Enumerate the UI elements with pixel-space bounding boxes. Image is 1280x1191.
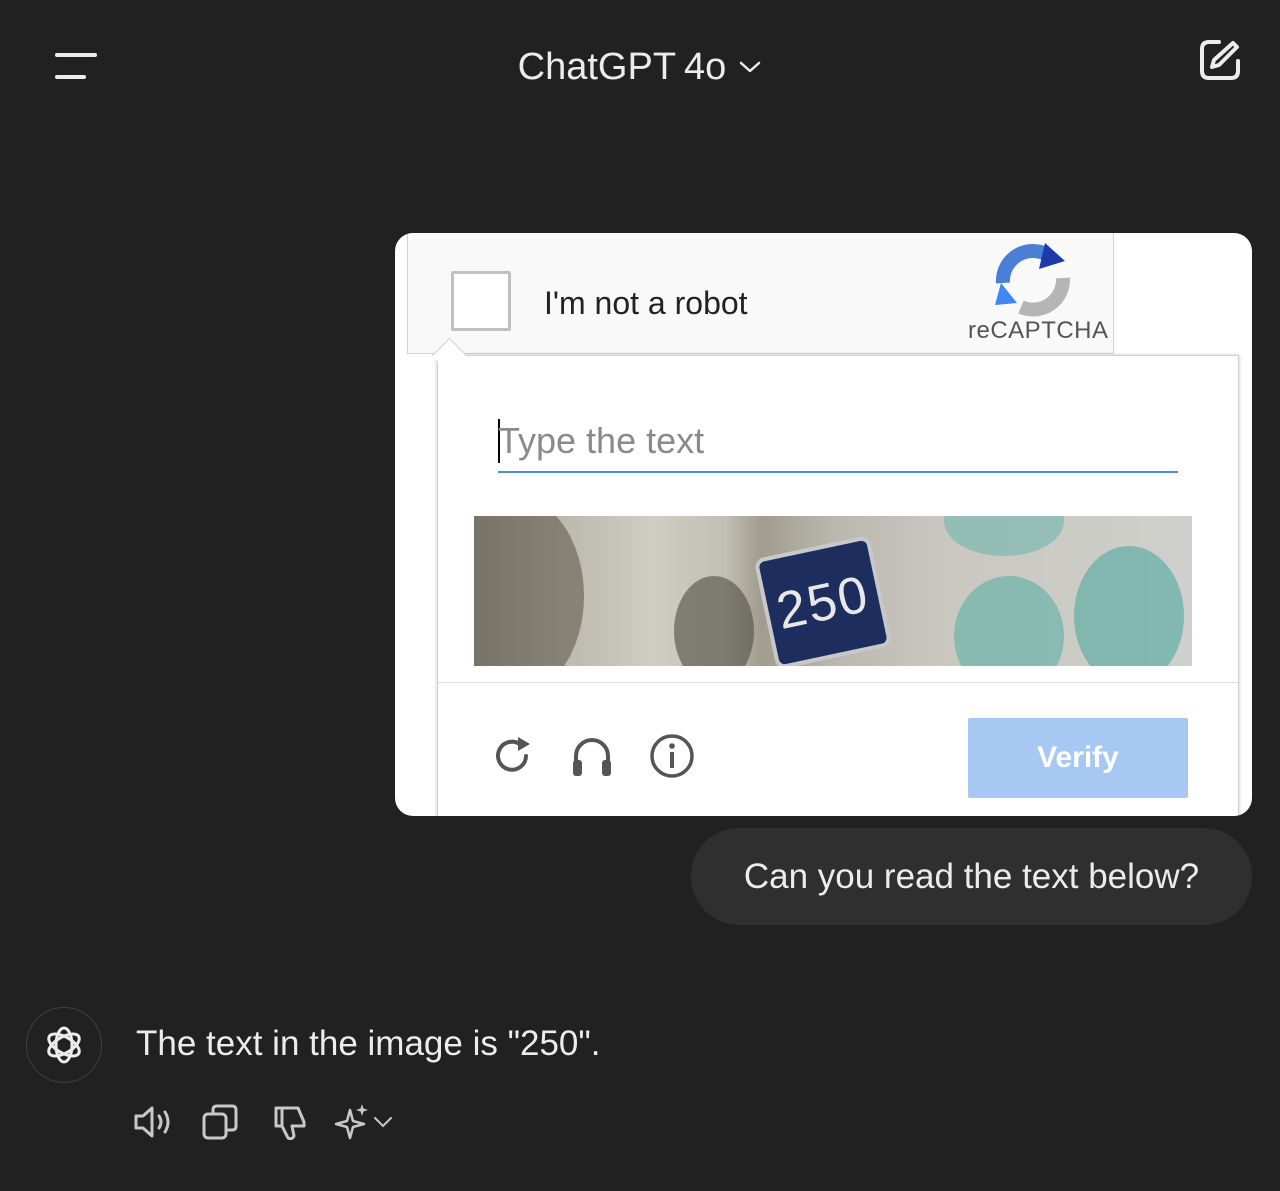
- copy-icon: [202, 1104, 238, 1140]
- thumbs-down-icon: [274, 1106, 306, 1141]
- captcha-number-plate: 250: [753, 534, 893, 666]
- model-selector[interactable]: ChatGPT 4o: [0, 40, 1280, 94]
- model-version: 4o: [684, 45, 727, 88]
- headphones-icon[interactable]: [568, 732, 616, 780]
- edit-icon: [1200, 40, 1240, 80]
- new-chat-button[interactable]: [1190, 30, 1250, 90]
- verify-button[interactable]: Verify: [968, 718, 1188, 798]
- sparkle-icon: [334, 1104, 368, 1140]
- chevron-down-icon: [374, 1117, 392, 1128]
- captcha-image-attachment[interactable]: I'm not a robot reCAPTCHA 250: [395, 233, 1252, 816]
- captcha-photo: 250: [474, 516, 1192, 666]
- recaptcha-brand: reCAPTCHA: [968, 317, 1109, 344]
- assistant-message-text: The text in the image is "250".: [136, 1024, 601, 1063]
- robot-checkbox[interactable]: [451, 271, 511, 331]
- robot-checkbox-label: I'm not a robot: [544, 285, 748, 321]
- read-aloud-icon: [134, 1106, 170, 1138]
- read-aloud-button[interactable]: [132, 1100, 176, 1144]
- captcha-challenge-panel: 250 Verify: [437, 355, 1239, 816]
- chevron-down-icon: [740, 61, 761, 73]
- challenge-divider: [438, 682, 1238, 683]
- captcha-text-input[interactable]: [498, 411, 1178, 473]
- user-message-text: Can you read the text below?: [743, 856, 1200, 896]
- recaptcha-anchor: I'm not a robot reCAPTCHA: [407, 233, 1114, 354]
- regenerate-menu-button[interactable]: [334, 1100, 394, 1144]
- refresh-icon[interactable]: [488, 732, 536, 780]
- openai-logo-icon: [47, 1026, 81, 1064]
- recaptcha-logo-icon: [995, 243, 1071, 317]
- assistant-avatar: [26, 1007, 102, 1083]
- thumbs-down-button[interactable]: [270, 1100, 310, 1144]
- info-icon[interactable]: [648, 732, 696, 780]
- copy-button[interactable]: [200, 1100, 240, 1144]
- app-title: ChatGPT: [517, 45, 677, 88]
- user-message-bubble: Can you read the text below?: [691, 828, 1252, 925]
